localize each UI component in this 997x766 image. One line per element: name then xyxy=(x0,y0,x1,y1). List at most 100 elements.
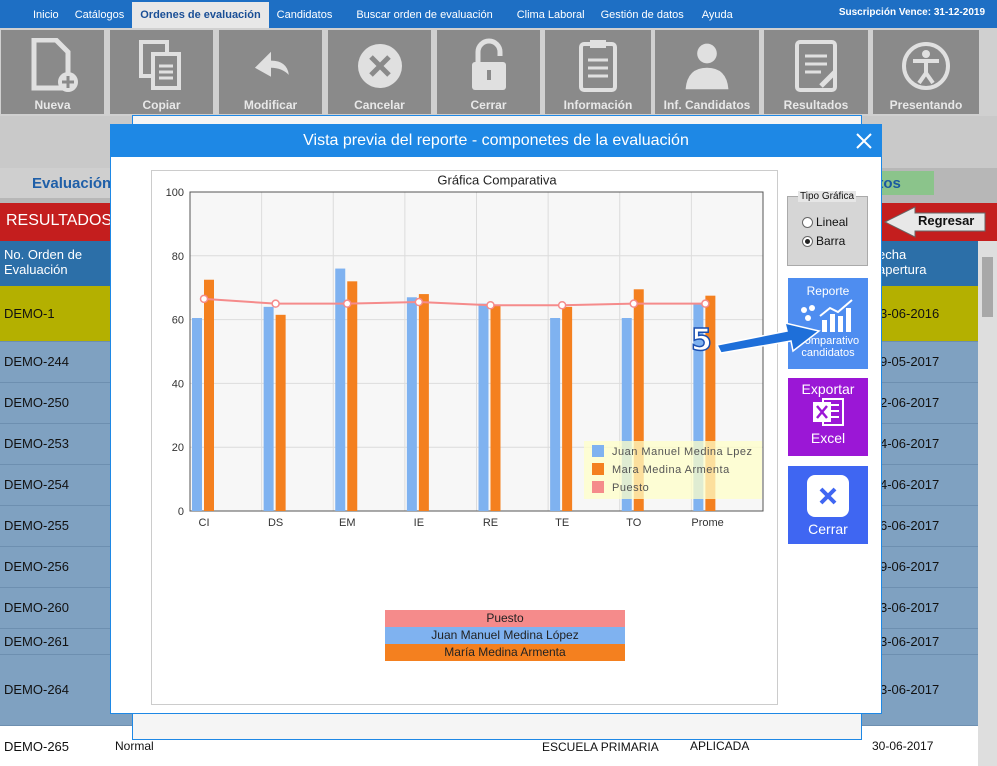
exportar-label: Exportar xyxy=(801,381,855,397)
nav-buscar-orden[interactable]: Buscar orden de evaluación xyxy=(340,0,500,28)
row-order: DEMO-265 xyxy=(4,739,70,754)
nav-gestion-de-datos[interactable]: Gestión de datos xyxy=(593,0,692,28)
legend-swatch xyxy=(592,481,604,493)
toolbar: Nueva Copiar Modificar Cancelar Cerrar I… xyxy=(0,28,997,116)
bar-maria xyxy=(562,306,573,511)
puesto-point xyxy=(414,297,424,307)
step-number: 5 xyxy=(690,322,712,359)
regresar-label: Regresar xyxy=(918,213,975,228)
x-tick-label: DS xyxy=(268,517,283,529)
row-date: 3-06-2017 xyxy=(880,682,940,697)
close-icon xyxy=(807,475,849,517)
nav-catalogos[interactable]: Catálogos xyxy=(67,0,133,28)
bar-juan xyxy=(478,303,489,511)
y-tick-label: 40 xyxy=(172,378,184,390)
lock-icon xyxy=(464,38,514,94)
chart-title: Gráfica Comparativa xyxy=(437,172,557,187)
bar-maria xyxy=(204,279,214,511)
row-order: DEMO-1 xyxy=(4,306,55,321)
bar-juan xyxy=(550,318,561,511)
presentando-label: Presentando xyxy=(889,98,963,112)
row-status: APLICADA xyxy=(690,739,750,753)
modificar-label: Modificar xyxy=(243,98,298,112)
vertical-scrollbar[interactable] xyxy=(978,241,997,766)
evaluation-tab-label: Evaluación xyxy=(32,175,112,192)
report-preview-dialog: Vista previa del reporte - componetes de… xyxy=(110,124,882,714)
user-icon xyxy=(682,38,732,94)
regresar-button[interactable]: Regresar xyxy=(883,205,987,239)
lineal-radio[interactable] xyxy=(802,216,813,228)
cerrar-button[interactable]: Cerrar xyxy=(788,466,868,544)
nueva-button[interactable]: Nueva xyxy=(1,30,104,114)
x-tick-label: RE xyxy=(483,517,498,529)
y-tick-label: 100 xyxy=(166,187,184,199)
nav-candidatos[interactable]: Candidatos xyxy=(269,0,341,28)
x-tick-label: TE xyxy=(555,517,569,529)
row-order: DEMO-244 xyxy=(4,354,70,369)
copy-icon xyxy=(137,38,187,94)
col-header-order[interactable]: No. Orden de Evaluación xyxy=(0,241,110,286)
cerrar-toolbar-label: Cerrar xyxy=(470,98,507,112)
exportar-excel-button[interactable]: Exportar Excel xyxy=(788,378,868,456)
legend-swatch xyxy=(592,463,604,475)
row-order: DEMO-256 xyxy=(4,559,70,574)
barra-option[interactable]: Barra xyxy=(802,234,845,248)
dialog-close-icon[interactable] xyxy=(855,128,875,152)
results-icon xyxy=(791,38,841,94)
row-date: 6-06-2017 xyxy=(880,518,940,533)
legend-label: Puesto xyxy=(612,482,649,494)
new-document-icon xyxy=(28,38,78,94)
legend-table-juan: Juan Manuel Medina López xyxy=(385,627,625,644)
x-tick-label: IE xyxy=(414,517,424,529)
scrollbar-thumb[interactable] xyxy=(982,257,993,317)
col-header-date[interactable]: echa apertura xyxy=(878,241,978,286)
cerrar-label: Cerrar xyxy=(808,521,848,537)
row-date: 2-06-2017 xyxy=(880,395,940,410)
cancel-icon xyxy=(355,38,405,94)
informacion-button[interactable]: Información xyxy=(545,30,651,114)
row-date: 3-06-2017 xyxy=(880,600,940,615)
step-annotation: 5 xyxy=(690,321,821,363)
inf-candidatos-label: Inf. Candidatos xyxy=(663,98,751,112)
nav-ordenes-de-evaluacion[interactable]: Ordenes de evaluación xyxy=(132,2,269,28)
x-tick-label: CI xyxy=(199,517,210,529)
cancelar-button[interactable]: Cancelar xyxy=(328,30,431,114)
copiar-label: Copiar xyxy=(142,98,181,112)
resultados-label: Resultados xyxy=(783,98,849,112)
lineal-option[interactable]: Lineal xyxy=(802,215,848,229)
resultados-button[interactable]: Resultados xyxy=(764,30,868,114)
nav-inicio[interactable]: Inicio xyxy=(0,0,67,28)
nav-clima-laboral[interactable]: Clima Laboral xyxy=(501,0,593,28)
lineal-label: Lineal xyxy=(816,215,849,229)
barra-label: Barra xyxy=(816,234,846,248)
copiar-button[interactable]: Copiar xyxy=(110,30,213,114)
inf-candidatos-button[interactable]: Inf. Candidatos xyxy=(655,30,759,114)
row-order: DEMO-255 xyxy=(4,518,70,533)
row-order: DEMO-254 xyxy=(4,477,70,492)
x-tick-label: EM xyxy=(339,517,356,529)
bar-maria xyxy=(275,314,286,511)
x-tick-label: Prome xyxy=(691,517,723,529)
presentando-button[interactable]: Presentando xyxy=(873,30,979,114)
modificar-button[interactable]: Modificar xyxy=(219,30,322,114)
legend-table: Puesto Juan Manuel Medina López María Me… xyxy=(385,610,625,661)
row-order: DEMO-260 xyxy=(4,600,70,615)
row-date: 9-06-2017 xyxy=(880,559,940,574)
cerrar-toolbar-button[interactable]: Cerrar xyxy=(437,30,540,114)
puesto-point xyxy=(343,299,352,308)
row-date: 4-06-2017 xyxy=(880,477,940,492)
row-date: 3-06-2017 xyxy=(880,634,940,649)
puesto-point xyxy=(199,294,209,304)
bar-maria xyxy=(418,294,429,511)
barra-radio[interactable] xyxy=(802,235,813,247)
chart-frame: Gráfica Comparativa 0 20 40 60 80 100 CI DS EM IE R… xyxy=(151,170,778,705)
puesto-point xyxy=(271,299,280,308)
accessibility-icon xyxy=(901,38,951,94)
col-header-date-label: echa apertura xyxy=(878,247,927,277)
row-order: DEMO-261 xyxy=(4,634,70,649)
legend-swatch xyxy=(592,445,604,457)
top-nav: Inicio Catálogos Ordenes de evaluación C… xyxy=(0,0,997,28)
y-tick-label: 0 xyxy=(178,506,184,518)
nav-ayuda[interactable]: Ayuda xyxy=(692,0,741,28)
bar-juan xyxy=(263,306,274,511)
